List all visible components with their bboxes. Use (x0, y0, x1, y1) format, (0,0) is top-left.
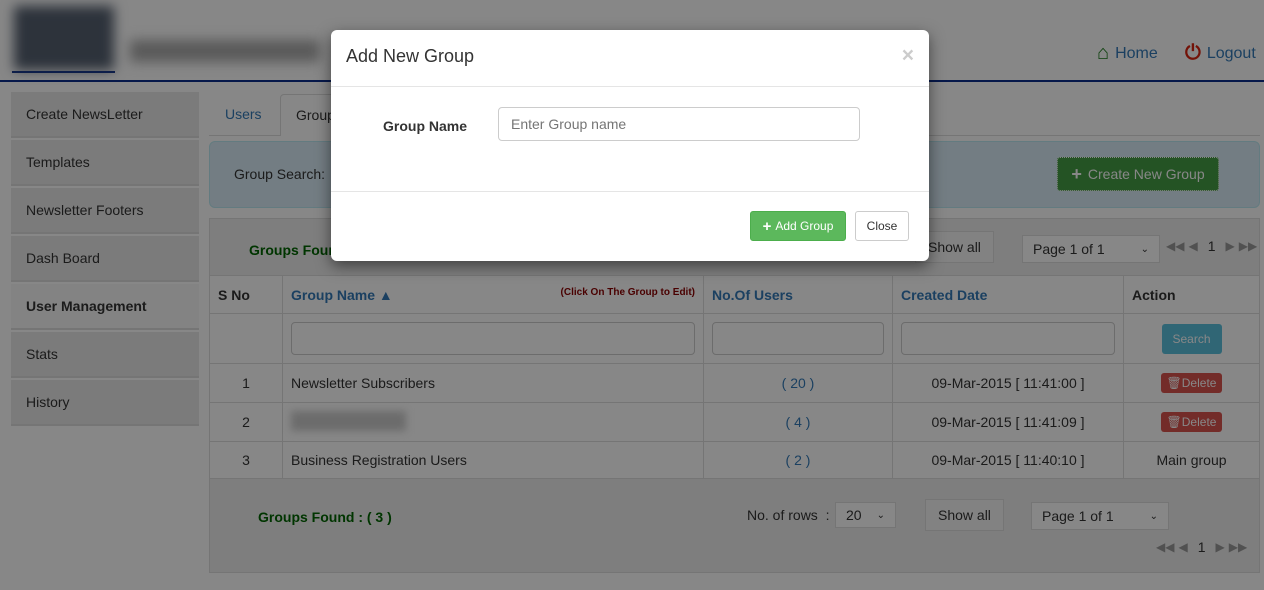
plus-icon: + (762, 217, 772, 235)
add-group-button[interactable]: + Add Group (750, 211, 846, 241)
add-group-modal: Add New Group × Group Name +Add Group Cl… (331, 30, 929, 261)
close-button[interactable]: Close (855, 211, 909, 241)
modal-footer: + Add Group Close (331, 191, 929, 261)
modal-title: Add New Group (331, 30, 929, 87)
group-name-label: Group Name (383, 118, 468, 134)
close-icon[interactable]: × (902, 44, 914, 68)
group-name-input[interactable] (498, 107, 860, 141)
